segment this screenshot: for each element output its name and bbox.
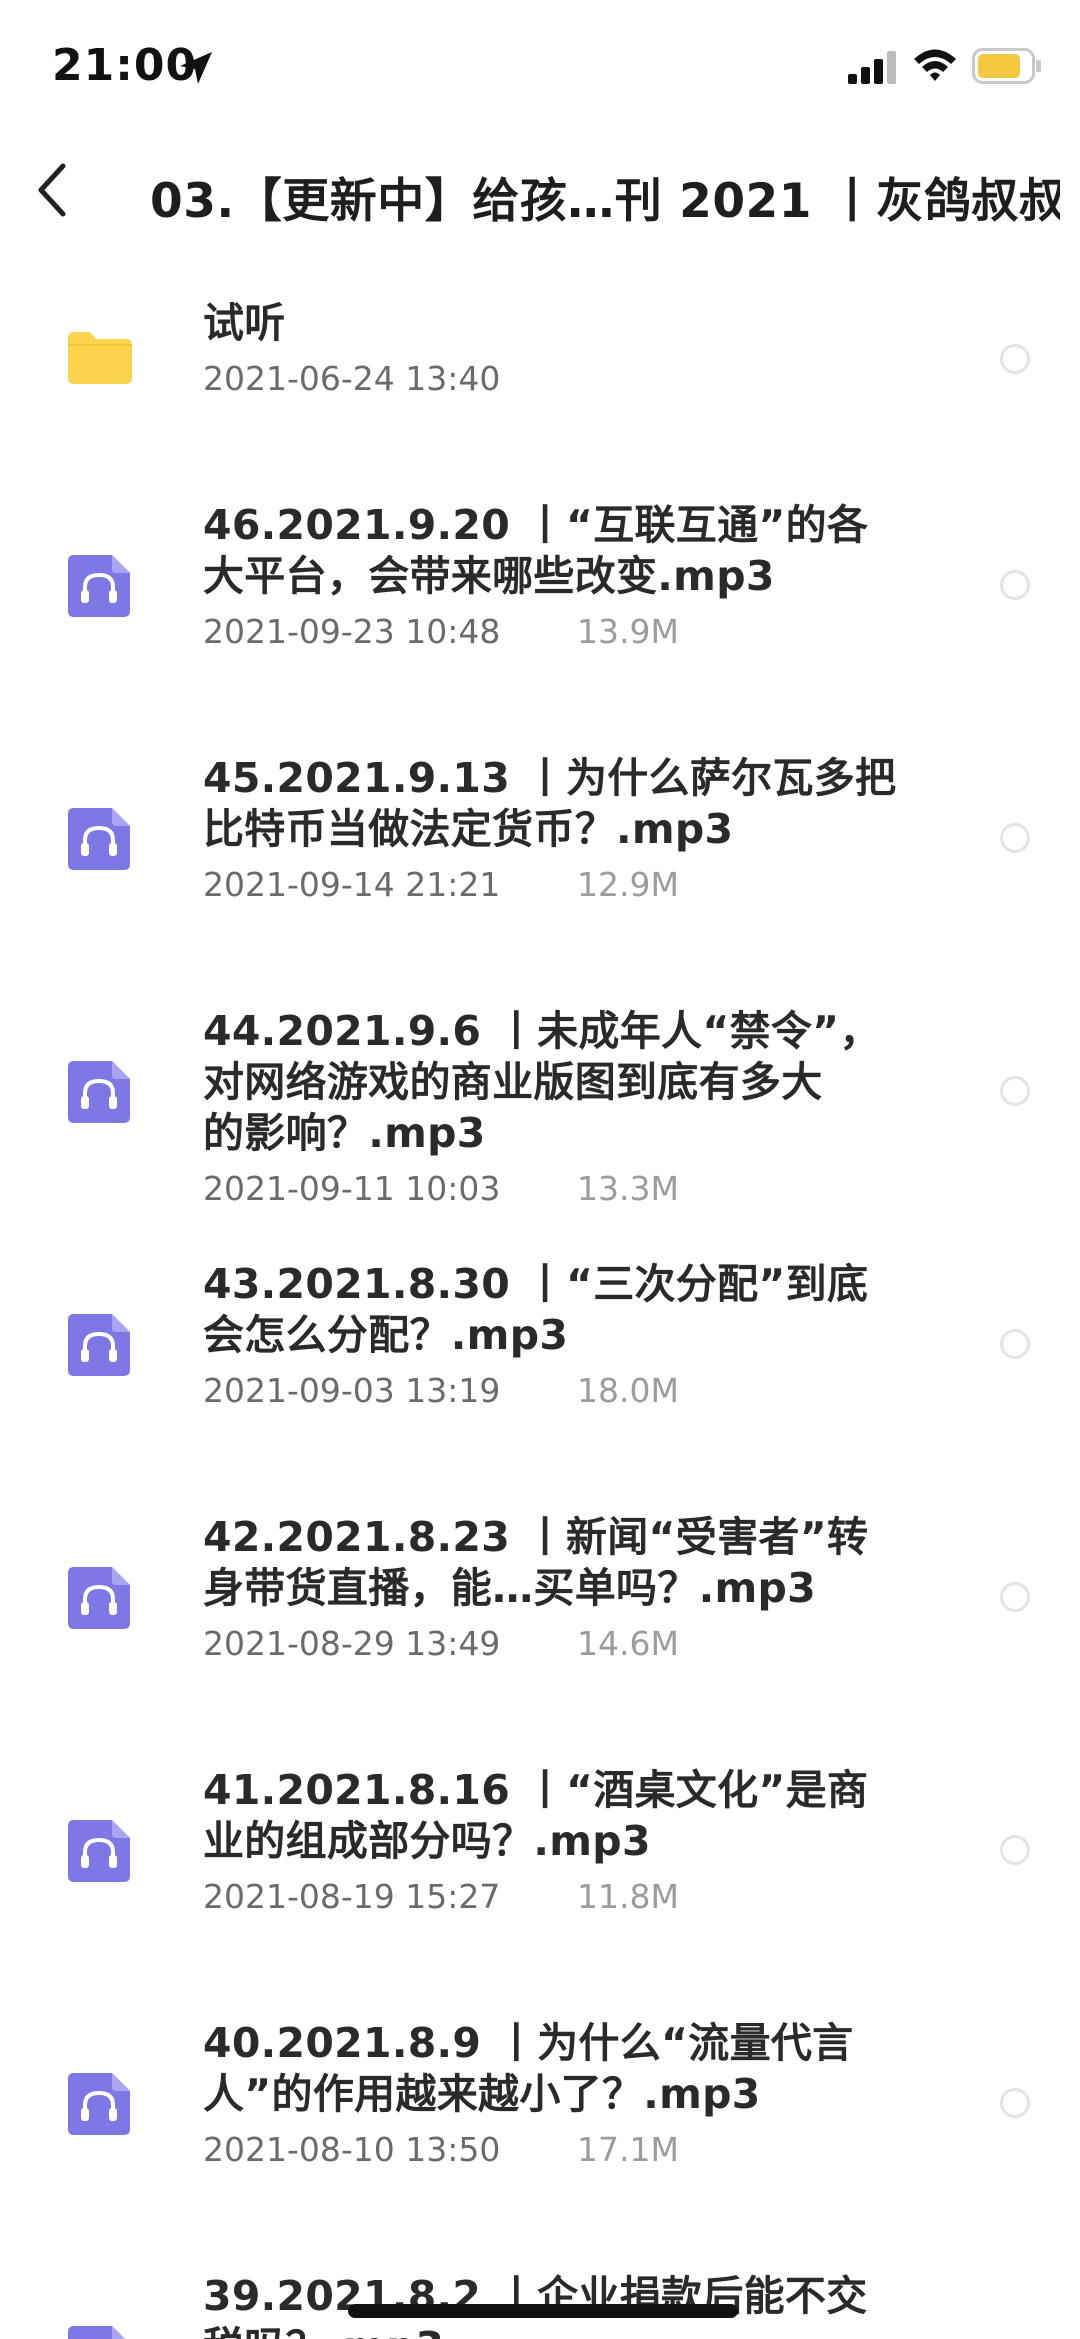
- file-size: 17.1M: [577, 2130, 679, 2169]
- home-indicator[interactable]: [348, 2304, 738, 2318]
- list-item-audio[interactable]: 42.2021.8.23 丨新闻“受害者”转 身带货直播，能…买单吗？.mp3 …: [0, 1492, 1080, 1692]
- headphones-icon: [68, 1820, 130, 1882]
- file-name: 46.2021.9.20 丨“互联互通”的各 大平台，会带来哪些改变.mp3: [203, 501, 869, 600]
- select-radio[interactable]: [1000, 1076, 1030, 1106]
- file-date: 2021-08-19 15:27: [203, 1877, 501, 1916]
- file-list: 试听 2021-06-24 13:40 46.2021.9.20 丨“互联互通”…: [0, 0, 1080, 2339]
- file-meta: 2021-08-10 13:50 17.1M: [203, 2130, 903, 2170]
- file-size: 11.8M: [577, 1877, 679, 1916]
- file-name: 43.2021.8.30 丨“三次分配”到底 会怎么分配？.mp3: [203, 1260, 869, 1359]
- file-size: 13.9M: [577, 612, 679, 651]
- file-date: 2021-06-24 13:40: [203, 359, 501, 398]
- file-meta: 2021-06-24 13:40: [203, 359, 903, 399]
- file-name: 44.2021.9.6 丨未成年人“禁令”， 对网络游戏的商业版图到底有多大 的…: [203, 1007, 881, 1157]
- file-meta: 2021-09-14 21:21 12.9M: [203, 865, 903, 905]
- list-item-audio[interactable]: 44.2021.9.6 丨未成年人“禁令”， 对网络游戏的商业版图到底有多大 的…: [0, 986, 1080, 1226]
- headphones-icon: [68, 1314, 130, 1376]
- list-item-audio[interactable]: 45.2021.9.13 丨为什么萨尔瓦多把 比特币当做法定货币？.mp3 20…: [0, 733, 1080, 933]
- file-date: 2021-08-29 13:49: [203, 1624, 501, 1663]
- select-radio[interactable]: [1000, 570, 1030, 600]
- headphones-icon: [68, 2326, 125, 2339]
- file-meta: 2021-09-11 10:03 13.3M: [203, 1169, 903, 1209]
- file-size: 14.6M: [577, 1624, 679, 1663]
- file-name: 试听: [203, 299, 286, 347]
- file-name: 40.2021.8.9 丨为什么“流量代言 人”的作用越来越小了？.mp3: [203, 2019, 854, 2118]
- file-name: 41.2021.8.16 丨“酒桌文化”是商 业的组成部分吗？.mp3: [203, 1766, 869, 1865]
- file-date: 2021-09-23 10:48: [203, 612, 501, 651]
- list-item-audio[interactable]: 39.2021.8.2 丨企业捐款后能不交 税吗？.mp3: [0, 2251, 1080, 2339]
- select-radio[interactable]: [1000, 1835, 1030, 1865]
- select-radio[interactable]: [1000, 823, 1030, 853]
- file-date: 2021-09-14 21:21: [203, 865, 501, 904]
- select-radio[interactable]: [1000, 1329, 1030, 1359]
- headphones-icon: [68, 808, 130, 870]
- file-name: 45.2021.9.13 丨为什么萨尔瓦多把 比特币当做法定货币？.mp3: [203, 754, 897, 853]
- file-meta: 2021-08-29 13:49 14.6M: [203, 1624, 903, 1664]
- headphones-icon: [68, 1567, 130, 1629]
- select-radio[interactable]: [1000, 2088, 1030, 2118]
- folder-icon: [68, 332, 132, 384]
- file-meta: 2021-09-23 10:48 13.9M: [203, 612, 903, 652]
- headphones-icon: [68, 555, 130, 617]
- file-date: 2021-09-11 10:03: [203, 1169, 501, 1208]
- headphones-icon: [68, 2073, 130, 2135]
- file-name: 42.2021.8.23 丨新闻“受害者”转 身带货直播，能…买单吗？.mp3: [203, 1513, 869, 1612]
- list-item-audio[interactable]: 41.2021.8.16 丨“酒桌文化”是商 业的组成部分吗？.mp3 2021…: [0, 1745, 1080, 1945]
- list-item-folder[interactable]: 试听 2021-06-24 13:40: [0, 280, 1080, 460]
- headphones-icon: [68, 1061, 130, 1123]
- list-item-audio[interactable]: 43.2021.8.30 丨“三次分配”到底 会怎么分配？.mp3 2021-0…: [0, 1239, 1080, 1439]
- file-size: 12.9M: [577, 865, 679, 904]
- file-date: 2021-09-03 13:19: [203, 1371, 501, 1410]
- list-item-audio[interactable]: 40.2021.8.9 丨为什么“流量代言 人”的作用越来越小了？.mp3 20…: [0, 1998, 1080, 2198]
- select-radio[interactable]: [1000, 1582, 1030, 1612]
- file-meta: 2021-09-03 13:19 18.0M: [203, 1371, 903, 1411]
- list-item-audio[interactable]: 46.2021.9.20 丨“互联互通”的各 大平台，会带来哪些改变.mp3 2…: [0, 480, 1080, 680]
- file-size: 13.3M: [577, 1169, 679, 1208]
- select-radio[interactable]: [1000, 344, 1030, 374]
- file-date: 2021-08-10 13:50: [203, 2130, 501, 2169]
- file-meta: 2021-08-19 15:27 11.8M: [203, 1877, 903, 1917]
- file-size: 18.0M: [577, 1371, 679, 1410]
